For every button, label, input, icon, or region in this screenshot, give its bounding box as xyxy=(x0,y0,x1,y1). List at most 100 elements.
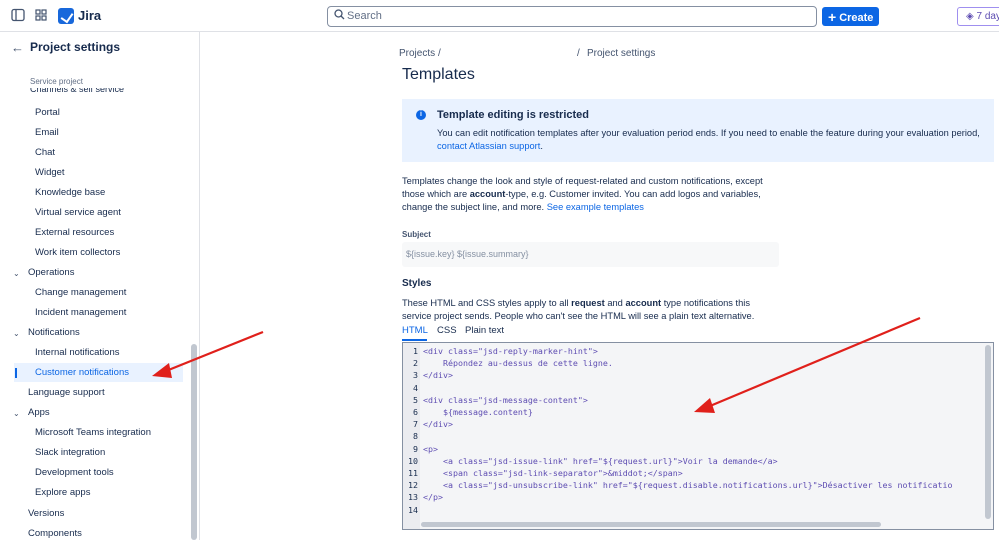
sidebar-item-chat[interactable]: Chat xyxy=(35,147,55,158)
subject-value: ${issue.key} ${issue.summary} xyxy=(406,249,529,259)
sidebar-item-change-management[interactable]: Change management xyxy=(35,287,126,298)
sidebar-item-work-item-collectors[interactable]: Work item collectors xyxy=(35,247,120,258)
subject-field[interactable]: ${issue.key} ${issue.summary} xyxy=(402,242,779,267)
see-example-templates-link[interactable]: See example templates xyxy=(547,202,644,212)
sidebar-item-components[interactable]: Components xyxy=(28,528,82,539)
breadcrumb-project-settings[interactable]: Project settings xyxy=(587,48,655,59)
sidebar-item-incident-management[interactable]: Incident management xyxy=(35,307,126,318)
code-line: <p> xyxy=(423,443,438,454)
subject-label: Subject xyxy=(402,230,431,239)
line-number: 12 xyxy=(408,480,418,491)
line-number: 7 xyxy=(413,419,418,430)
sidebar-item-language-support[interactable]: Language support xyxy=(28,387,105,398)
trial-badge[interactable]: ◈ 7 day xyxy=(957,7,999,26)
chevron-down-icon[interactable]: ⌄ xyxy=(13,329,20,338)
back-arrow-icon[interactable]: ← xyxy=(11,40,24,55)
create-button-label: Create xyxy=(839,12,874,24)
jira-logo-icon[interactable] xyxy=(58,8,74,24)
tab-css[interactable]: CSS xyxy=(437,325,457,336)
create-button[interactable]: + Create xyxy=(822,7,879,26)
editor-vertical-scrollbar[interactable] xyxy=(985,345,991,519)
app-switcher-icon[interactable] xyxy=(33,8,49,24)
tab-plain-text[interactable]: Plain text xyxy=(465,325,504,336)
sidebar: ← Project settings Service project Chann… xyxy=(0,32,200,540)
breadcrumb-separator: / xyxy=(438,48,441,59)
restriction-banner: i Template editing is restricted You can… xyxy=(402,99,994,162)
sidebar-item-email[interactable]: Email xyxy=(35,127,59,138)
line-number: 11 xyxy=(408,468,418,478)
line-number: 13 xyxy=(408,492,418,503)
code-line: <div class="jsd-message-content"> xyxy=(423,394,588,405)
code-editor[interactable]: 1 <div class="jsd-reply-marker-hint"> 2 Ré… xyxy=(402,342,994,530)
active-tab-underline xyxy=(402,339,427,341)
tab-html[interactable]: HTML xyxy=(402,325,428,336)
styles-bold-request: request xyxy=(571,298,605,308)
sidebar-item-versions[interactable]: Versions xyxy=(28,508,64,519)
line-number: 9 xyxy=(413,443,418,454)
breadcrumb-projects[interactable]: Projects xyxy=(399,48,435,59)
code-line: Répondez au-dessus de cette ligne. xyxy=(423,358,613,369)
code-line: </div> xyxy=(423,419,453,430)
selected-indicator xyxy=(15,368,17,378)
code-line: <a class="jsd-unsubscribe-link" href="${… xyxy=(423,480,953,491)
sidebar-item-explore-apps[interactable]: Explore apps xyxy=(35,487,90,498)
sidebar-item-development-tools[interactable]: Development tools xyxy=(35,467,114,478)
code-line: <span class="jsd-link-separator">&middot… xyxy=(423,468,683,478)
banner-text: You can edit notification templates afte… xyxy=(437,127,982,153)
plus-icon: + xyxy=(828,9,837,25)
info-icon: i xyxy=(416,110,426,120)
line-number: 5 xyxy=(413,394,418,405)
line-number: 2 xyxy=(413,358,418,369)
sidebar-section-label: Service project xyxy=(30,77,83,86)
sidebar-item-channels-cut[interactable]: Channels & self service xyxy=(30,88,124,93)
app-name[interactable]: Jira xyxy=(78,8,101,23)
breadcrumb-separator: / xyxy=(577,48,580,59)
chevron-down-icon[interactable]: ⌄ xyxy=(13,409,20,418)
sidebar-item-external-resources[interactable]: External resources xyxy=(35,227,114,238)
editor-horizontal-scrollbar[interactable] xyxy=(421,522,881,527)
sidebar-item-portal[interactable]: Portal xyxy=(35,107,60,118)
sidebar-item-customer-notifications[interactable]: Customer notifications xyxy=(35,367,129,378)
banner-end: . xyxy=(540,141,543,151)
code-line: <a class="jsd-issue-link" href="${reques… xyxy=(423,455,778,466)
sidebar-toggle-icon[interactable] xyxy=(10,8,26,24)
search-icon xyxy=(334,9,345,23)
line-number: 10 xyxy=(408,455,418,466)
page-title: Templates xyxy=(402,66,475,83)
sidebar-item-microsoft-teams-integration[interactable]: Microsoft Teams integration xyxy=(35,427,151,438)
sidebar-item-virtual-service-agent[interactable]: Virtual service agent xyxy=(35,207,121,218)
search-input[interactable]: Search xyxy=(327,6,817,27)
intro-bold-account: account xyxy=(469,189,506,199)
sidebar-title: Project settings xyxy=(30,40,121,54)
styles-heading: Styles xyxy=(402,278,432,289)
banner-body: You can edit notification templates afte… xyxy=(437,128,980,138)
contact-support-link[interactable]: contact Atlassian support xyxy=(437,141,540,151)
styles-part1: These HTML and CSS styles apply to all xyxy=(402,298,569,308)
code-line: <div class="jsd-reply-marker-hint"> xyxy=(423,346,598,356)
diamond-icon: ◈ xyxy=(966,11,974,22)
trial-badge-label: 7 day xyxy=(976,11,999,22)
sidebar-scrollbar[interactable] xyxy=(191,344,197,540)
chevron-down-icon[interactable]: ⌄ xyxy=(13,269,20,278)
line-number: 4 xyxy=(413,382,418,393)
styles-description: These HTML and CSS styles apply to all r… xyxy=(402,297,772,323)
banner-title: Template editing is restricted xyxy=(437,109,590,121)
sidebar-group-notifications[interactable]: Notifications xyxy=(28,327,80,338)
line-number: 6 xyxy=(413,407,418,417)
sidebar-group-apps[interactable]: Apps xyxy=(28,407,50,418)
sidebar-item-internal-notifications[interactable]: Internal notifications xyxy=(35,347,120,358)
sidebar-item-slack-integration[interactable]: Slack integration xyxy=(35,447,105,458)
search-placeholder: Search xyxy=(347,10,382,22)
line-number: 1 xyxy=(413,346,418,356)
line-number: 3 xyxy=(413,370,418,381)
styles-bold-account: account xyxy=(625,298,662,308)
top-navigation-bar: Jira Search + Create ◈ 7 day xyxy=(0,0,999,32)
sidebar-item-widget[interactable]: Widget xyxy=(35,167,65,178)
sidebar-item-knowledge-base[interactable]: Knowledge base xyxy=(35,187,105,198)
sidebar-group-operations[interactable]: Operations xyxy=(28,267,74,278)
code-line: </div> xyxy=(423,370,453,381)
styles-part2: and xyxy=(607,298,623,308)
line-number: 14 xyxy=(408,504,418,515)
code-line: </p> xyxy=(423,492,443,503)
code-line: ${message.content} xyxy=(423,407,533,417)
